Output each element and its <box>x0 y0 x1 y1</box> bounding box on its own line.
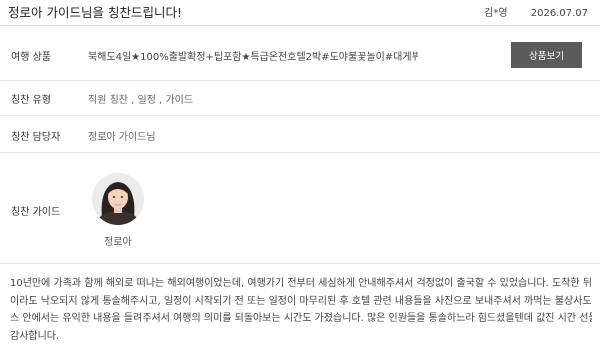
praise-guide-row: 칭찬 가이드 정로아 <box>0 153 600 264</box>
review-title: 정로아 가이드님을 칭찬드립니다! <box>8 5 182 20</box>
product-name[interactable]: 북해도4일★100%출발확정+팁포함★특급온천호텔2박#도야불꽃놀이#대게뷔페+… <box>88 48 418 63</box>
review-text-line: 감사합니다. <box>10 330 60 342</box>
praise-target-value: 정로아 가이드님 <box>88 132 156 143</box>
author-name: 김*영 <box>484 8 508 19</box>
product-row: 여행 상품 북해도4일★100%출발확정+팁포함★특급온천호텔2박#도야불꽃놀이… <box>0 26 600 81</box>
review-header: 정로아 가이드님을 칭찬드립니다! 김*영 2026.07.07 <box>0 0 600 26</box>
guide-name: 정로아 <box>104 237 132 248</box>
praise-type-row: 칭찬 유형 직원 칭찬 , 일정 , 가이드 <box>0 81 600 116</box>
product-label: 여행 상품 <box>11 52 51 63</box>
review-text-line: 10년만에 가족과 함께 해외로 떠나는 해외여행이었는데, 여행가기 전부터 … <box>10 278 592 289</box>
review-date: 2026.07.07 <box>530 8 588 19</box>
view-product-button[interactable]: 상품보기 <box>511 42 582 68</box>
praise-guide-label: 칭찬 가이드 <box>11 207 61 218</box>
review-body: 10년만에 가족과 함께 해외로 떠나는 해외여행이었는데, 여행가기 전부터 … <box>10 275 592 345</box>
review-meta: 김*영 2026.07.07 <box>484 4 588 19</box>
praise-type-label: 칭찬 유형 <box>11 95 51 106</box>
praise-type-value: 직원 칭찬 , 일정 , 가이드 <box>88 95 194 106</box>
praise-target-label: 칭찬 담당자 <box>11 132 61 143</box>
guide-avatar <box>92 173 144 225</box>
praise-target-row: 칭찬 담당자 정로아 가이드님 <box>0 116 600 153</box>
review-text-line: 스 안에서는 유익한 내용을 들려주셔서 여행의 의미를 되돌아보는 시간도 가… <box>10 313 592 324</box>
review-text-line: 이라도 낙오되지 않게 통솔해주시고, 일정이 시작되기 전 또는 일정이 마무… <box>10 295 592 307</box>
